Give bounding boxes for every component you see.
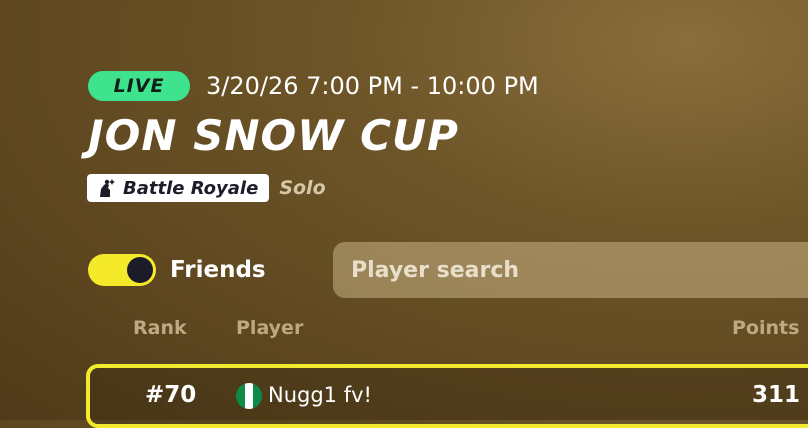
column-header-player: Player — [236, 317, 304, 339]
event-header: LIVE 3/20/26 7:00 PM - 10:00 PM — [88, 70, 539, 102]
friends-label: Friends — [170, 257, 266, 283]
format-label: Solo — [279, 177, 326, 199]
battle-royale-icon — [97, 178, 117, 198]
column-header-rank: Rank — [133, 317, 187, 339]
player-search-input[interactable] — [333, 242, 808, 298]
mode-chip: Battle Royale — [87, 174, 270, 202]
nigeria-flag-icon — [236, 383, 262, 409]
friends-toggle[interactable] — [88, 254, 156, 286]
event-title: JON SNOW CUP — [88, 111, 459, 160]
mode-row: Battle Royale Solo — [87, 174, 326, 202]
event-datetime: 3/20/26 7:00 PM - 10:00 PM — [206, 72, 539, 100]
leaderboard-row-highlighted[interactable]: #70 Nugg1 fv! 311 — [86, 364, 808, 428]
status-row: LIVE 3/20/26 7:00 PM - 10:00 PM — [88, 70, 539, 102]
live-badge: LIVE — [88, 71, 190, 101]
row-player-name: Nugg1 fv! — [268, 383, 372, 407]
row-points: 311 — [752, 382, 801, 408]
row-rank: #70 — [145, 382, 197, 408]
mode-label: Battle Royale — [123, 177, 259, 199]
toggle-knob — [127, 257, 153, 283]
column-header-points: Points — [732, 317, 800, 339]
